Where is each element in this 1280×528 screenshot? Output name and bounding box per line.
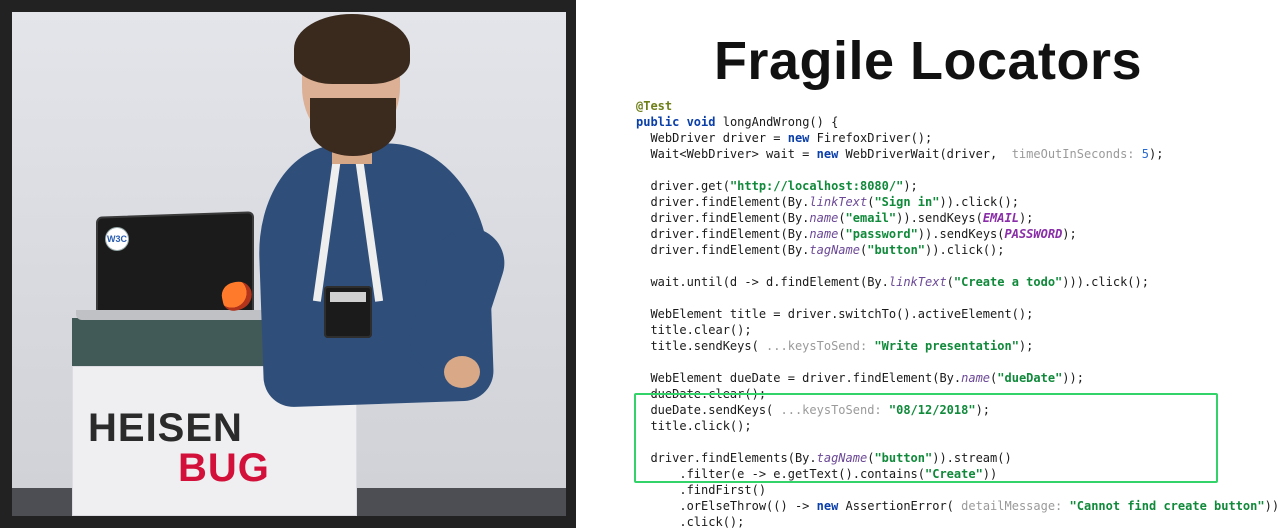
code: )).sendKeys( xyxy=(918,227,1005,241)
code: .findFirst() xyxy=(650,483,766,497)
constant: PASSWORD xyxy=(1005,227,1063,241)
speaker-beard xyxy=(310,98,396,156)
video-frame: HEISEN BUG W3C xyxy=(0,0,576,528)
code: driver.findElement(By. xyxy=(650,195,809,209)
code: )) xyxy=(1265,499,1279,513)
param-hint: detailMessage: xyxy=(961,499,1062,513)
code: )).click(); xyxy=(939,195,1018,209)
code: WebElement dueDate = driver.findElement(… xyxy=(650,371,961,385)
code: )).click(); xyxy=(925,243,1004,257)
by-method: name xyxy=(809,211,838,225)
code: title.clear(); xyxy=(650,323,751,337)
by-method: linkText xyxy=(809,195,867,209)
by-method: name xyxy=(961,371,990,385)
code: ( xyxy=(838,227,845,241)
by-method: name xyxy=(809,227,838,241)
code: ); xyxy=(1019,211,1033,225)
code: )).sendKeys( xyxy=(896,211,983,225)
constant: EMAIL xyxy=(983,211,1019,225)
kw-new: new xyxy=(817,147,839,161)
string: "Sign in" xyxy=(874,195,939,209)
code-block: @Test public void longAndWrong() { WebDr… xyxy=(576,98,1280,528)
conference-brand: HEISEN BUG xyxy=(88,408,348,488)
kw-new: new xyxy=(788,131,810,145)
code: ); xyxy=(903,179,917,193)
code: driver.findElement(By. xyxy=(650,211,809,225)
code: WebElement title = driver.switchTo().act… xyxy=(650,307,1033,321)
code: ( xyxy=(838,211,845,225)
conference-badge xyxy=(324,286,372,338)
string: "http://localhost:8080/" xyxy=(730,179,903,193)
code: driver.findElement(By. xyxy=(650,227,809,241)
string: "email" xyxy=(846,211,897,225)
string: "button" xyxy=(874,451,932,465)
param-hint: ...keysToSend: xyxy=(781,403,882,417)
code: ); xyxy=(1019,339,1033,353)
method-name: longAndWrong() { xyxy=(723,115,839,129)
slide-title: Fragile Locators xyxy=(576,30,1280,92)
param-hint: ...keysToSend: xyxy=(766,339,867,353)
code-annotation: @Test xyxy=(636,99,672,113)
code: AssertionError( xyxy=(838,499,961,513)
code: )).stream() xyxy=(932,451,1011,465)
string: "Create a todo" xyxy=(954,275,1062,289)
code: driver.get( xyxy=(650,179,729,193)
string: "08/12/2018" xyxy=(882,403,976,417)
code: .click(); xyxy=(650,515,744,528)
code: Wait<WebDriver> wait = xyxy=(650,147,816,161)
by-method: tagName xyxy=(817,451,868,465)
string: "Write presentation" xyxy=(867,339,1019,353)
code: dueDate.sendKeys( xyxy=(650,403,780,417)
code: driver.findElement(By. xyxy=(650,243,809,257)
by-method: tagName xyxy=(809,243,860,257)
code: ))).click(); xyxy=(1062,275,1149,289)
code: ); xyxy=(1149,147,1163,161)
code: title.sendKeys( xyxy=(650,339,766,353)
code: driver.findElements(By. xyxy=(650,451,816,465)
speaker-photo: HEISEN BUG W3C xyxy=(12,12,566,516)
code: ); xyxy=(976,403,990,417)
string: "Create" xyxy=(925,467,983,481)
code: ( xyxy=(947,275,954,289)
param-hint: timeOutInSeconds: xyxy=(1012,147,1135,161)
brand-line2: BUG xyxy=(178,448,348,488)
code: ); xyxy=(1062,227,1076,241)
slide: Fragile Locators @Test public void longA… xyxy=(576,0,1280,528)
code: dueDate.clear(); xyxy=(650,387,766,401)
speaker-hand xyxy=(444,356,480,388)
kw-new: new xyxy=(817,499,839,513)
string: "button" xyxy=(867,243,925,257)
code: title.click(); xyxy=(650,419,751,433)
laptop-badge: W3C xyxy=(106,228,128,250)
laptop-base xyxy=(76,310,276,320)
num: 5 xyxy=(1135,147,1149,161)
code: )); xyxy=(1062,371,1084,385)
code: .orElseThrow(() -> xyxy=(650,499,816,513)
string: "dueDate" xyxy=(997,371,1062,385)
string: "password" xyxy=(846,227,918,241)
code: WebDriver driver = xyxy=(650,131,787,145)
kw-public-void: public void xyxy=(636,115,715,129)
brand-line1: HEISEN xyxy=(88,408,348,448)
code: wait.until(d -> d.findElement(By. xyxy=(650,275,888,289)
code: FirefoxDriver(); xyxy=(809,131,932,145)
by-method: linkText xyxy=(889,275,947,289)
code: )) xyxy=(983,467,997,481)
code: .filter(e -> e.getText().contains( xyxy=(650,467,925,481)
speaker-hair xyxy=(294,14,410,84)
code: WebDriverWait(driver, xyxy=(838,147,1011,161)
string: "Cannot find create button" xyxy=(1062,499,1264,513)
